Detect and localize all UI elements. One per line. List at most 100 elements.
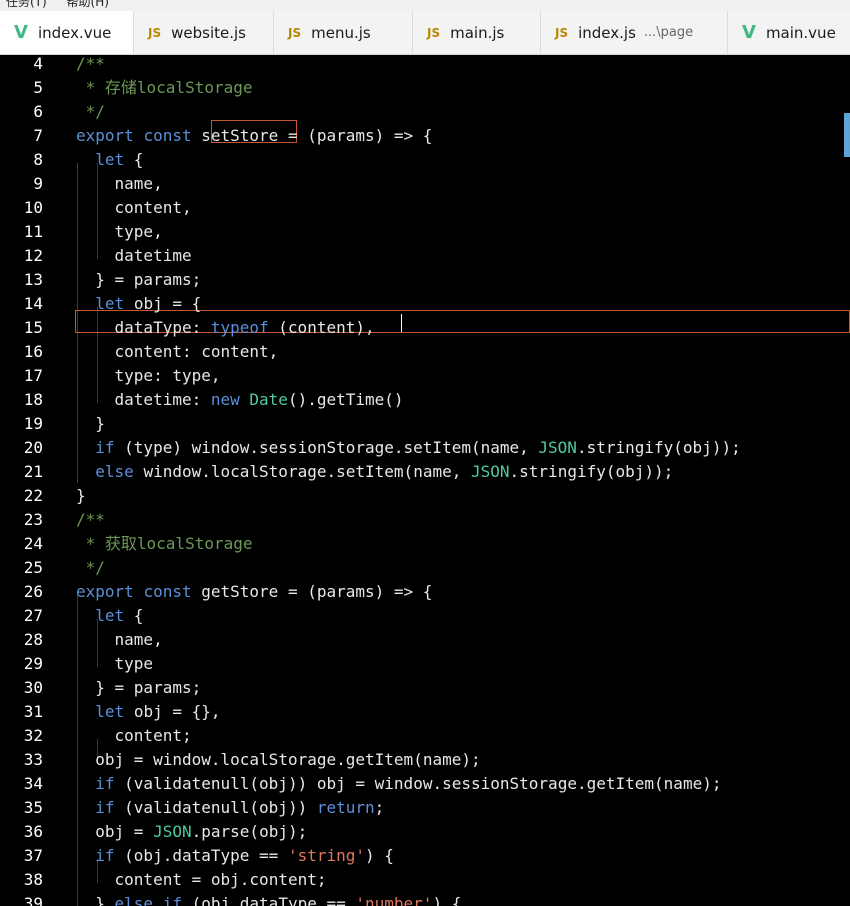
code-text: } [76,414,105,433]
code-line: 20 if (type) window.sessionStorage.setIt… [0,436,850,460]
line-number: 21 [23,462,43,481]
line-number: 38 [23,870,43,889]
code-line: 9 name, [0,172,850,196]
line-number: 8 [33,150,43,169]
vue-icon: V [742,22,756,43]
tab-path: ...\page [643,25,694,40]
menu-item-tasks[interactable]: 任务(T) [6,0,47,9]
line-number: 33 [23,750,43,769]
line-number: 29 [23,654,43,673]
code-line: 18 datetime: new Date().getTime() [0,388,850,412]
code-line: 32 content; [0,724,850,748]
code-text: * 存储localStorage [76,78,253,97]
tab-index-js-page[interactable]: JS index.js ...\page [541,11,728,54]
code-line: 25 */ [0,556,850,580]
line-number: 32 [23,726,43,745]
code-editor[interactable]: 4/** 5 * 存储localStorage 6 */7 export const … [0,55,850,906]
code-text: * 获取localStorage [76,534,253,553]
code-line: 35 if (validatenull(obj)) return; [0,796,850,820]
line-number: 24 [23,534,43,553]
line-number: 18 [23,390,43,409]
code-text: if (type) window.sessionStorage.setItem(… [95,438,741,457]
code-line: 17 type: type, [0,364,850,388]
line-number: 6 [33,102,43,121]
line-number: 19 [23,414,43,433]
code-text: */ [76,558,105,577]
vertical-scrollbar[interactable] [844,113,850,157]
code-line: 22} [0,484,850,508]
line-number: 27 [23,606,43,625]
code-text: type, [114,222,163,241]
code-text: } else if (obj.dataType == 'number') { [76,894,462,906]
code-text: content: content, [114,342,279,361]
line-number: 12 [23,246,43,265]
code-line: 5 * 存储localStorage [0,76,850,100]
tab-label: menu.js [311,23,371,42]
code-text: let obj = {}, [95,702,221,721]
code-text: let obj = { [95,294,202,313]
line-number: 39 [23,894,43,906]
menu-item-help[interactable]: 帮助(H) [67,0,109,9]
tab-index-vue[interactable]: V index.vue [0,11,134,54]
line-number: 22 [23,486,43,505]
code-line: 21 else window.localStorage.setItem(name… [0,460,850,484]
vue-icon: V [14,22,28,43]
js-icon: JS [555,25,569,40]
code-text: obj = window.localStorage.getItem(name); [95,750,481,769]
code-text: export const getStore = (params) => { [76,582,433,601]
code-line: 36 obj = JSON.parse(obj); [0,820,850,844]
js-icon: JS [288,25,302,40]
code-text: datetime [114,246,192,265]
line-number: 15 [23,318,43,337]
code-line: 12 datetime [0,244,850,268]
tab-main-vue[interactable]: V main.vue [728,11,850,54]
line-number: 23 [23,510,43,529]
js-icon: JS [148,25,162,40]
line-number: 5 [33,78,43,97]
code-line: 11 type, [0,220,850,244]
code-line: 13 } = params; [0,268,850,292]
code-text: /** [76,55,105,73]
code-line: 4 /** [0,55,850,76]
code-line: 26 export const getStore = (params) => { [0,580,850,604]
code-text: content = obj.content; [114,870,327,889]
line-number: 28 [23,630,43,649]
line-number: 13 [23,270,43,289]
code-line: 8 let { [0,148,850,172]
code-line: 37 if (obj.dataType == 'string') { [0,844,850,868]
code-text: let { [95,606,144,625]
line-number: 34 [23,774,43,793]
code-line: 33 obj = window.localStorage.getItem(nam… [0,748,850,772]
tab-main-js[interactable]: JS main.js [413,11,541,54]
code-text: content, [114,198,192,217]
line-number: 20 [23,438,43,457]
tab-label: index.vue [37,23,112,42]
code-line: 27 let { [0,604,850,628]
line-number: 36 [23,822,43,841]
line-number: 37 [23,846,43,865]
line-number: 14 [23,294,43,313]
line-number: 7 [33,126,43,145]
code-line: 10 content, [0,196,850,220]
tab-label: main.js [450,23,505,42]
line-number: 17 [23,366,43,385]
code-line: 30 } = params; [0,676,850,700]
js-icon: JS [427,25,441,40]
code-text: else window.localStorage.setItem(name, J… [95,462,674,481]
tab-website-js[interactable]: JS website.js [134,11,274,54]
tab-label: website.js [171,23,246,42]
line-number: 31 [23,702,43,721]
line-number: 35 [23,798,43,817]
code-line: 6 */ [0,100,850,124]
code-text: if (obj.dataType == 'string') { [95,846,394,865]
code-line: 14 let obj = { [0,292,850,316]
code-line: 39 } else if (obj.dataType == 'number') … [0,892,850,906]
code-text: } = params; [76,678,202,697]
code-text: */ [76,102,105,121]
line-number: 30 [23,678,43,697]
tab-menu-js[interactable]: JS menu.js [274,11,413,54]
code-line: 29 type [0,652,850,676]
line-number: 16 [23,342,43,361]
line-number: 25 [23,558,43,577]
code-line: 31 let obj = {}, [0,700,850,724]
